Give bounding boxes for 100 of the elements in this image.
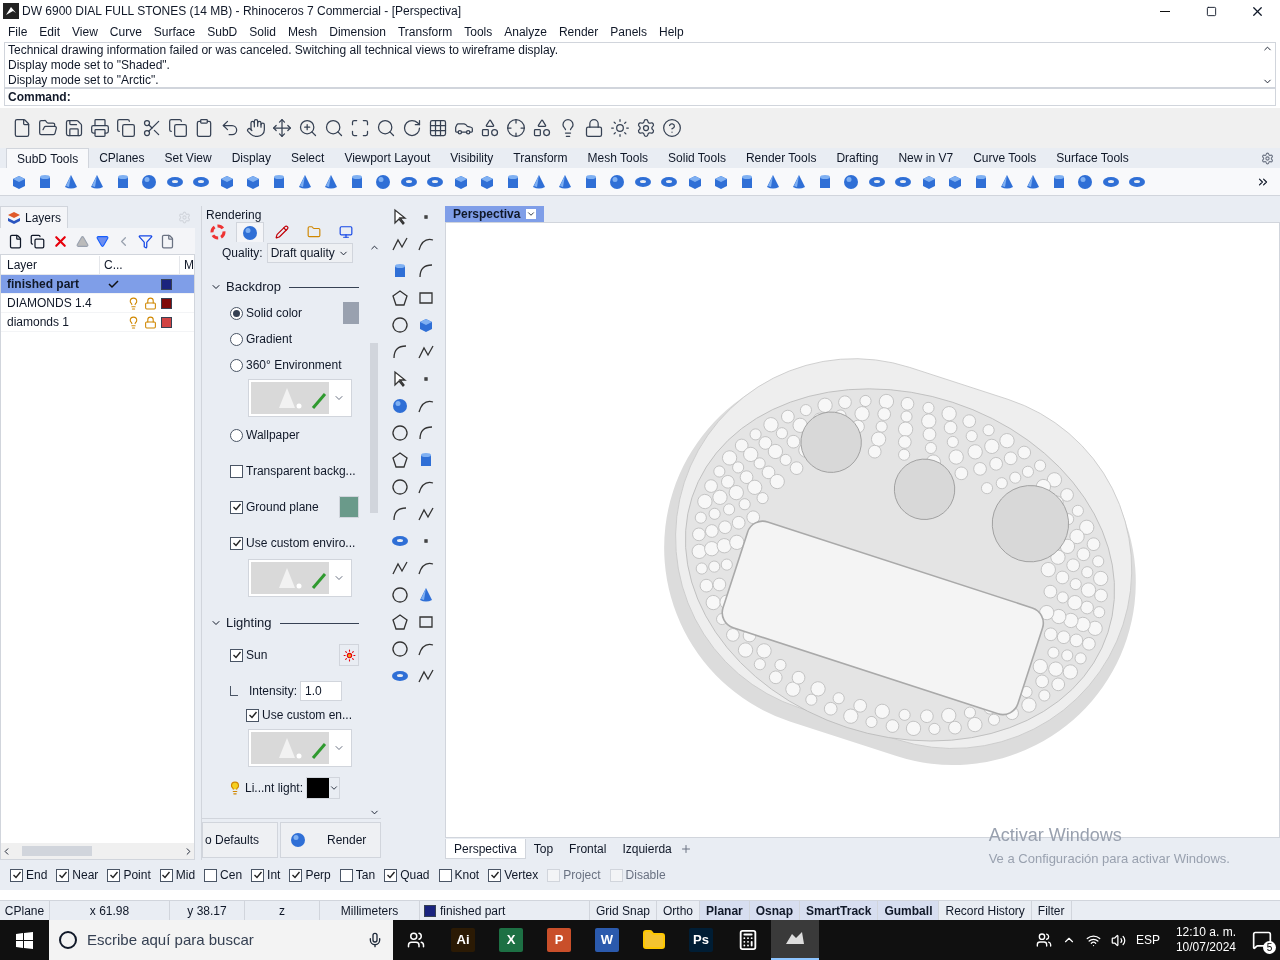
search-icon[interactable] [376,118,396,138]
taskbar-app[interactable]: W [595,928,619,952]
menu-item[interactable]: Tools [458,23,499,41]
toolbar-tab[interactable]: Visibility [440,148,504,168]
layer-color-swatch[interactable] [161,278,172,290]
shapes-icon[interactable] [532,118,552,138]
file-explorer-icon[interactable] [642,928,666,952]
toolbar-tab[interactable]: Solid Tools [658,148,736,168]
menu-item[interactable]: File [2,23,34,41]
radio-button[interactable] [230,428,243,442]
checkbox[interactable] [159,868,173,882]
sun-button[interactable] [339,644,359,666]
page-icon[interactable] [160,233,175,249]
menu-item[interactable]: Panels [604,23,653,41]
sphere-icon[interactable] [391,397,409,415]
intensity-field[interactable]: 1.0 [300,681,343,701]
zoom-extents-icon[interactable] [350,118,370,138]
toolbar-tab[interactable]: CPlanes [89,148,155,168]
zoom-icon[interactable] [298,118,318,138]
menu-item[interactable]: Solid [243,23,282,41]
down-icon[interactable] [96,234,109,248]
quality-dropdown[interactable]: Draft quality [266,243,353,263]
volume-icon[interactable] [1110,932,1126,948]
sphere-icon[interactable] [289,830,307,849]
toolbar-tab[interactable]: Viewport Layout [334,148,441,168]
panel-tab[interactable] [236,222,264,242]
windows-start-icon[interactable] [16,931,33,949]
checkbox[interactable] [438,868,452,882]
layer-row[interactable]: finished part [1,275,194,294]
toolbar-tab[interactable]: Mesh Tools [577,148,659,168]
viewport-tab[interactable]: Frontal [561,839,615,859]
sphere-icon[interactable] [140,172,158,191]
checkbox[interactable] [56,868,70,882]
viewport-tab[interactable]: Izquierda [614,839,680,859]
status-toggle[interactable]: Osnap [749,901,801,920]
hand-icon[interactable] [246,118,266,138]
rect-icon[interactable] [417,613,435,631]
menu-item[interactable]: Transform [391,23,459,41]
polyline-icon[interactable] [417,667,435,685]
checkbox[interactable] [204,868,218,882]
polygon-icon[interactable] [391,613,409,631]
toolbar-tab[interactable]: Transform [503,148,578,168]
toolbar-tab[interactable]: Surface Tools [1046,148,1139,168]
viewport-tab[interactable]: Perspectiva [445,839,526,859]
shapes-icon[interactable] [480,118,500,138]
viewport-tab[interactable]: Top [525,839,562,859]
toolbar-tab[interactable]: Render Tools [735,148,827,168]
sphere-icon[interactable] [241,223,259,242]
undo-icon[interactable] [220,118,240,138]
menu-item[interactable]: Edit [33,23,67,41]
status-toggle[interactable]: Planar [700,901,750,920]
checkbox[interactable] [384,868,398,882]
lock-icon[interactable] [584,118,604,138]
taskbar-app[interactable]: X [499,928,523,952]
language-indicator[interactable]: ESP [1135,931,1160,949]
grid-icon[interactable] [428,118,448,138]
filter-icon[interactable] [138,233,153,249]
taskbar-app[interactable]: P [547,928,571,952]
taskbar-app[interactable]: Ai [451,928,475,952]
toolbar-tab[interactable]: Curve Tools [963,148,1047,168]
menu-item[interactable]: Dimension [323,23,392,41]
toolbar-tab[interactable]: Set View [154,148,222,168]
network-icon[interactable] [1085,932,1101,948]
new-file-icon[interactable] [12,118,32,138]
search-box[interactable]: Escribe aquí para buscar [49,920,393,960]
copy-icon[interactable] [168,118,188,138]
toolbar-tab[interactable]: Display [221,148,281,168]
polyline-icon[interactable] [391,559,409,577]
toolbar-tab[interactable]: SubD Tools [6,148,90,168]
copy-icon[interactable] [116,118,136,138]
polygon-icon[interactable] [391,451,409,469]
move-icon[interactable] [272,118,292,138]
sphere-icon[interactable] [1076,172,1094,191]
checkbox[interactable] [107,868,121,882]
settings-icon[interactable] [1261,152,1274,165]
polygon-icon[interactable] [391,289,409,307]
menu-item[interactable]: View [66,23,104,41]
printer-icon[interactable] [90,118,110,138]
rect-icon[interactable] [417,289,435,307]
new-layer-icon[interactable] [8,233,23,249]
help-icon[interactable] [662,118,682,138]
rhino-app-icon[interactable] [771,920,819,960]
checkbox[interactable] [488,868,502,882]
light-color-dropdown[interactable] [306,777,341,799]
clipboard-icon[interactable] [194,118,214,138]
add-icon[interactable] [679,843,692,855]
scrollbar-thumb[interactable] [370,343,378,513]
arc-icon[interactable] [417,262,435,280]
folder-icon[interactable] [38,118,58,138]
cut-icon[interactable] [142,118,162,138]
cursor-icon[interactable] [391,370,409,388]
polyline-icon[interactable] [391,235,409,253]
cone-icon[interactable] [417,586,435,604]
search-field[interactable]: Escribe aquí para buscar [87,928,357,952]
toolbar-tab[interactable]: Drafting [826,148,889,168]
settings-icon[interactable] [636,118,656,138]
sphere-icon[interactable] [842,172,860,191]
checkbox[interactable] [230,536,243,550]
layer-color-swatch[interactable] [161,316,172,328]
copy-icon[interactable] [30,233,45,249]
